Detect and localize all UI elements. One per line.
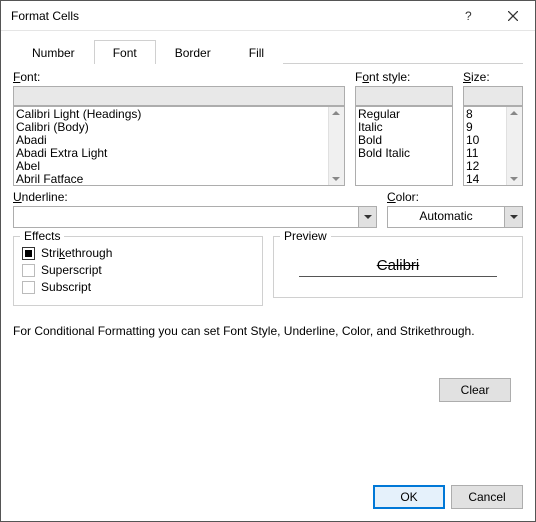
- list-item[interactable]: Calibri (Body): [16, 121, 342, 134]
- size-label: Size:: [463, 70, 523, 84]
- font-listbox[interactable]: Calibri Light (Headings) Calibri (Body) …: [13, 106, 345, 186]
- chevron-down-icon[interactable]: [504, 207, 522, 227]
- help-button[interactable]: ?: [445, 1, 490, 31]
- description-text: For Conditional Formatting you can set F…: [13, 324, 523, 338]
- tab-border[interactable]: Border: [156, 40, 230, 64]
- checkbox-icon: [22, 247, 35, 260]
- svg-text:?: ?: [465, 11, 472, 21]
- size-input[interactable]: [463, 86, 523, 106]
- strikethrough-label: Strikethrough: [41, 246, 112, 260]
- tab-strip: Number Font Border Fill: [13, 39, 523, 64]
- underline-label: Underline:: [13, 190, 377, 204]
- preview-legend: Preview: [280, 229, 331, 243]
- style-input[interactable]: [355, 86, 453, 106]
- font-input[interactable]: [13, 86, 345, 106]
- tab-fill[interactable]: Fill: [230, 40, 283, 64]
- color-value: Automatic: [388, 207, 504, 227]
- list-item[interactable]: Bold Italic: [358, 147, 450, 160]
- ok-button[interactable]: OK: [373, 485, 445, 509]
- color-label: Color:: [387, 190, 523, 204]
- subscript-checkbox: Subscript: [22, 280, 254, 294]
- size-listbox[interactable]: 8 9 10 11 12 14: [463, 106, 523, 186]
- window-title: Format Cells: [1, 9, 445, 23]
- strikethrough-checkbox[interactable]: Strikethrough: [22, 246, 254, 260]
- tab-font[interactable]: Font: [94, 40, 156, 64]
- subscript-label: Subscript: [41, 280, 91, 294]
- list-item[interactable]: Abadi Extra Light: [16, 147, 342, 160]
- chevron-down-icon[interactable]: [358, 207, 376, 227]
- preview-group: Preview Calibri: [273, 236, 523, 298]
- cancel-button[interactable]: Cancel: [451, 485, 523, 509]
- help-icon: ?: [463, 11, 473, 21]
- preview-sample: Calibri: [299, 257, 497, 277]
- list-item[interactable]: Abril Fatface: [16, 173, 342, 185]
- effects-legend: Effects: [20, 229, 64, 243]
- font-label: Font:: [13, 70, 345, 84]
- close-button[interactable]: [490, 1, 535, 31]
- checkbox-icon: [22, 264, 35, 277]
- underline-combo[interactable]: [13, 206, 377, 228]
- dialog-footer: OK Cancel: [1, 475, 535, 521]
- style-listbox[interactable]: Regular Italic Bold Bold Italic: [355, 106, 453, 186]
- color-combo[interactable]: Automatic: [387, 206, 523, 228]
- tab-number[interactable]: Number: [13, 40, 94, 64]
- scrollbar[interactable]: [506, 107, 522, 185]
- titlebar: Format Cells ?: [1, 1, 535, 31]
- superscript-checkbox: Superscript: [22, 263, 254, 277]
- clear-button[interactable]: Clear: [439, 378, 511, 402]
- superscript-label: Superscript: [41, 263, 102, 277]
- close-icon: [508, 11, 518, 21]
- underline-value: [14, 207, 358, 227]
- checkbox-icon: [22, 281, 35, 294]
- effects-group: Effects Strikethrough Superscript Subscr…: [13, 236, 263, 306]
- scrollbar[interactable]: [328, 107, 344, 185]
- format-cells-dialog: Format Cells ? Number Font Border Fill F…: [0, 0, 536, 522]
- style-label: Font style:: [355, 70, 453, 84]
